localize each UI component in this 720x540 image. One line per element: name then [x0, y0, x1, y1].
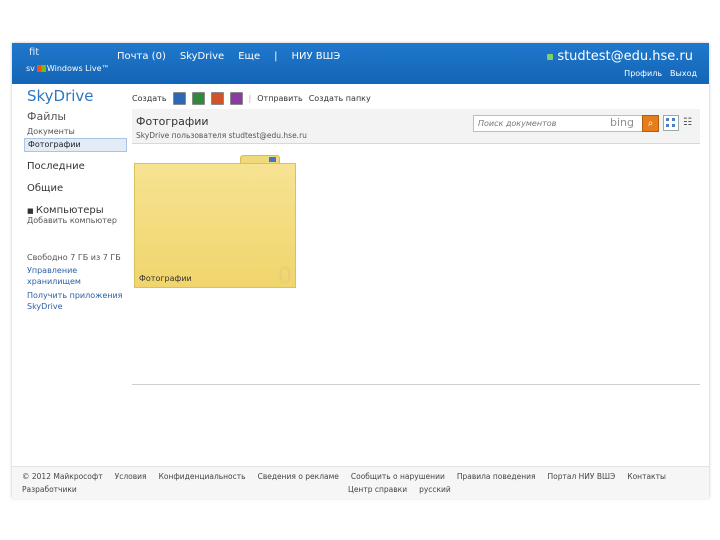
computers-label: Компьютеры [35, 205, 104, 216]
footer-code-of-conduct[interactable]: Правила поведения [457, 472, 536, 481]
app-title[interactable]: SkyDrive [27, 87, 94, 105]
sidebar-item-photos[interactable]: Фотографии [24, 138, 127, 152]
logo-text: Windows Live [46, 64, 102, 73]
search-input[interactable] [474, 116, 606, 131]
windows-live-logo[interactable]: sv Windows Live™ [26, 64, 110, 73]
sidebar-files-heading[interactable]: Файлы [24, 110, 134, 123]
content-divider [132, 384, 700, 385]
top-bar: fit sv Windows Live™ Почта (0) SkyDrive Е… [12, 43, 709, 84]
footer-copyright: © 2012 Майкрософт [22, 472, 103, 481]
thumbnail-view-icon[interactable] [663, 115, 679, 131]
onenote-icon[interactable] [229, 92, 243, 105]
footer-links-row: © 2012 Майкрософт Условия Конфиденциальн… [22, 472, 666, 481]
footer-contacts[interactable]: Контакты [627, 472, 666, 481]
folder-marker-icon [269, 157, 276, 162]
details-view-icon[interactable]: ☷ [683, 117, 692, 128]
folder-tile[interactable]: Фотографии 0 [134, 155, 296, 289]
footer-ads[interactable]: Сведения о рекламе [258, 472, 339, 481]
toolbar: Создать | Отправить Создать папку [132, 92, 371, 105]
folder-icon: Фотографии 0 [134, 163, 296, 289]
footer: © 2012 Майкрософт Условия Конфиденциальн… [12, 466, 709, 499]
sidebar-item-recent[interactable]: Последние [24, 161, 134, 172]
footer-developers[interactable]: Разработчики [22, 485, 77, 494]
sidebar-item-documents[interactable]: Документы [24, 126, 134, 138]
owner-breadcrumb[interactable]: SkyDrive пользователя studtest@edu.hse.r… [136, 131, 307, 140]
footer-hse-portal[interactable]: Портал НИУ ВШЭ [548, 472, 616, 481]
content-header: Фотографии SkyDrive пользователя studtes… [132, 109, 700, 144]
user-email-text: studtest@edu.hse.ru [557, 49, 693, 64]
signout-link[interactable]: Выход [670, 69, 697, 78]
search-icon: ⌕ [647, 118, 654, 129]
profile-link[interactable]: Профиль [624, 69, 662, 78]
get-apps-link[interactable]: Получить приложения SkyDrive [24, 290, 127, 312]
skydrive-window: fit sv Windows Live™ Почта (0) SkyDrive Е… [12, 43, 709, 499]
search-box: bing ⌕ [473, 115, 659, 132]
word-icon[interactable] [172, 92, 186, 105]
footer-language[interactable]: русский [419, 485, 451, 494]
windows-flag-icon [36, 65, 46, 72]
page-title: Фотографии [136, 115, 209, 128]
sidebar-item-shared[interactable]: Общие [24, 183, 134, 194]
nav-separator: | [274, 51, 278, 62]
storage-status: Свободно 7 ГБ из 7 ГБ [27, 253, 121, 262]
sidebar: Файлы Документы Фотографии Последние Общ… [24, 110, 134, 312]
nav-mail[interactable]: Почта (0) [117, 51, 166, 62]
sidebar-item-computers[interactable]: ■ Компьютеры [24, 205, 134, 216]
footer-developers-row: Разработчики [22, 485, 77, 494]
footer-privacy[interactable]: Конфиденциальность [159, 472, 246, 481]
footer-help-row: Центр справки русский [348, 485, 451, 494]
toolbar-separator: | [248, 94, 252, 103]
manage-storage-link[interactable]: Управление хранилищем [24, 265, 107, 287]
create-button[interactable]: Создать [132, 94, 167, 103]
bing-logo: bing [610, 116, 634, 129]
folder-name: Фотографии [139, 274, 192, 283]
upload-button[interactable]: Отправить [257, 94, 302, 103]
user-links: Профиль Выход [624, 69, 697, 78]
search-button[interactable]: ⌕ [642, 115, 659, 132]
user-email[interactable]: studtest@edu.hse.ru [547, 49, 693, 64]
footer-terms[interactable]: Условия [115, 472, 147, 481]
excel-icon[interactable] [191, 92, 205, 105]
folder-item-count: 0 [278, 264, 292, 289]
powerpoint-icon[interactable] [210, 92, 224, 105]
nav-more[interactable]: Еще [238, 51, 260, 62]
footer-help-center[interactable]: Центр справки [348, 485, 407, 494]
create-folder-button[interactable]: Создать папку [309, 94, 371, 103]
nav-skydrive[interactable]: SkyDrive [180, 51, 224, 62]
computers-bullet-icon: ■ [27, 207, 36, 215]
brand-small: fit [29, 47, 40, 58]
add-computer-link[interactable]: Добавить компьютер [24, 216, 134, 225]
logo-trademark: ™ [101, 64, 110, 73]
nav-hse[interactable]: НИУ ВШЭ [291, 51, 340, 62]
logo-prefix: sv [26, 64, 35, 73]
top-nav: Почта (0) SkyDrive Еще | НИУ ВШЭ [117, 51, 340, 62]
status-dot-icon [547, 53, 554, 60]
footer-report[interactable]: Сообщить о нарушении [351, 472, 445, 481]
